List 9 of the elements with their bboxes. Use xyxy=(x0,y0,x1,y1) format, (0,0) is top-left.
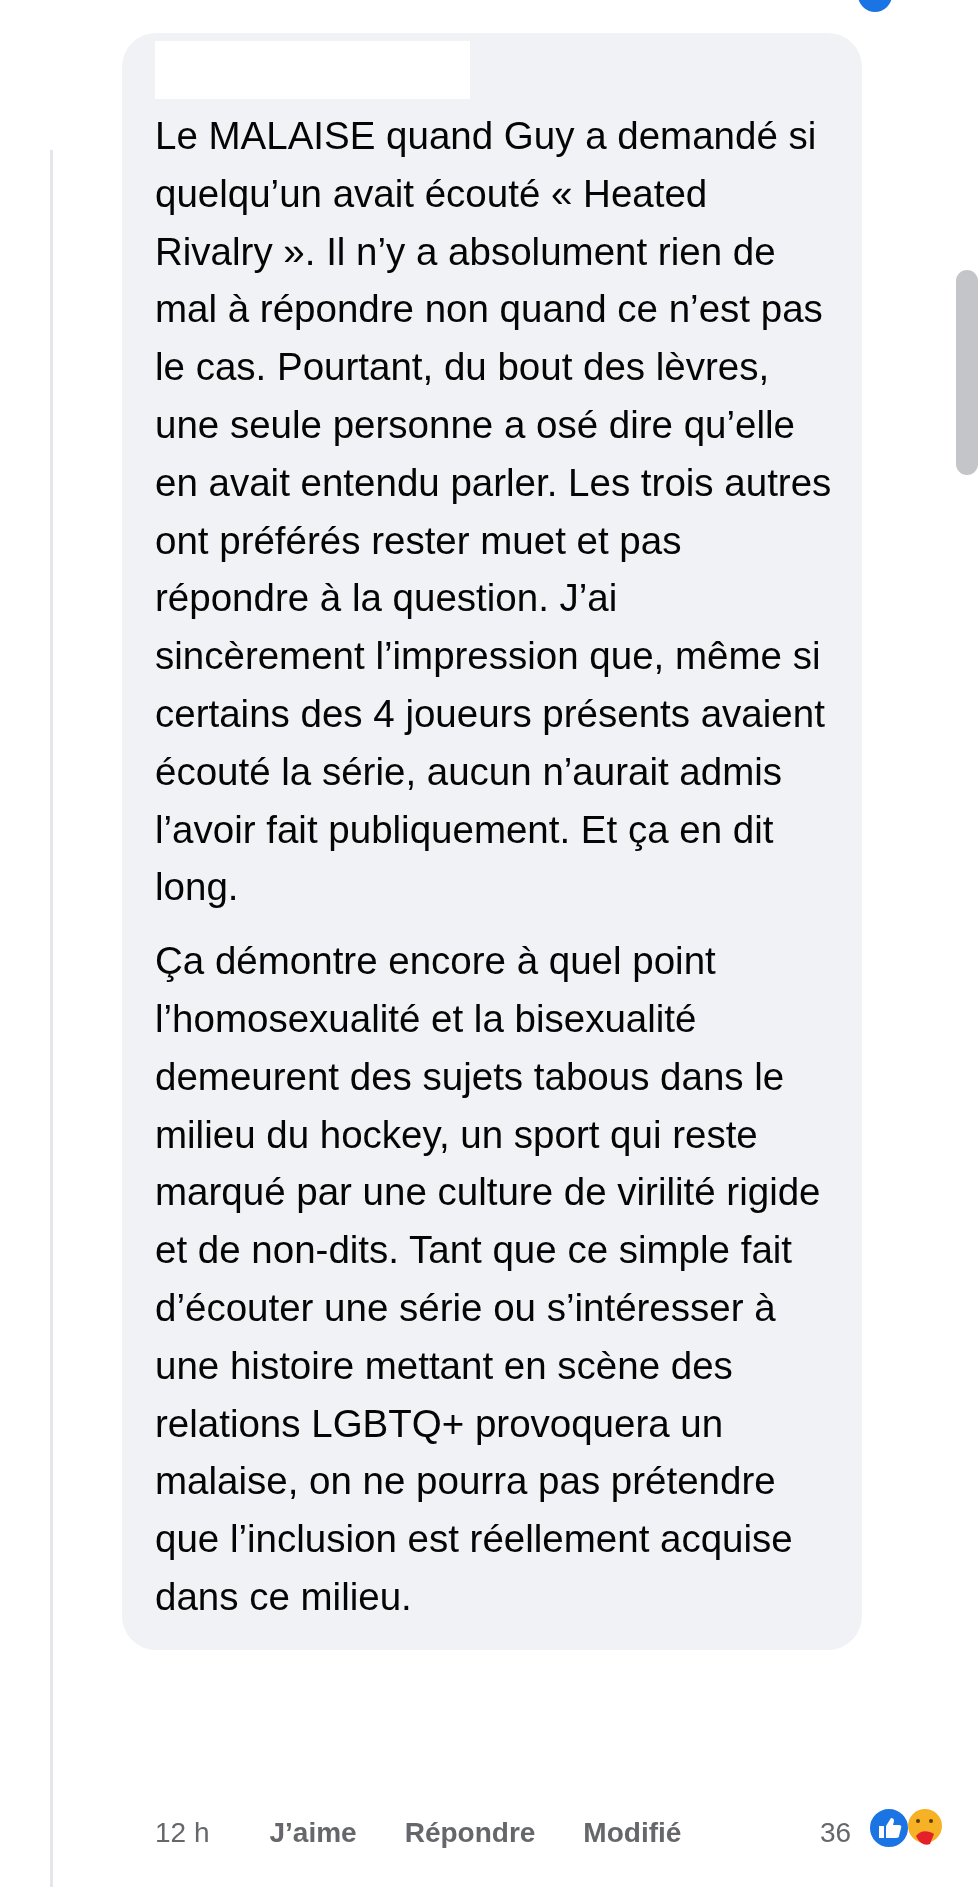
action-link[interactable]: Modifié xyxy=(583,1812,682,1854)
comment-text: Ça démontre encore à quel point l’homosexualité et la bisexualité demeurent des sujets tabous dans le milieu du hockey, un sport qui reste marqué par une culture de virilité rigide et de non-dits. Tant que ce simple fait d’écouter une série ou s’intéresser à une histoire mettant en scène des relations LGBTQ+ provoquera un malaise, on ne pourra pas prétendre que l’inclusion est réellement acquise dans ce milieu. xyxy=(155,938,822,1620)
timestamp[interactable]: 12 h xyxy=(155,1812,210,1854)
like-icon xyxy=(868,1807,910,1849)
action-link[interactable]: Répondre xyxy=(404,1812,536,1854)
action-link[interactable]: J’aime xyxy=(269,1812,357,1854)
comment-text: Le MALAISE quand Guy a demandé si quelqu’un avait écouté « Heated Rivalry ». Il n’y a absolument rien de mal à répondre non quand ce n’est pas le cas. Pourtant, du bout des lèvres, une seule personne a osé dire qu’elle en avait entendu parler. Les trois autres ont préférés rester muet et pas répondre à la question. J’ai sincèrement l’impression que, même si certains des 4 joueurs présents avaient écouté la série, aucun n’aurait admis l’avoir fait publiquement. Et ça en dit long. xyxy=(155,113,832,911)
scrollbar-thumb[interactable] xyxy=(956,270,978,475)
reaction-count[interactable]: 36 xyxy=(820,1812,852,1854)
